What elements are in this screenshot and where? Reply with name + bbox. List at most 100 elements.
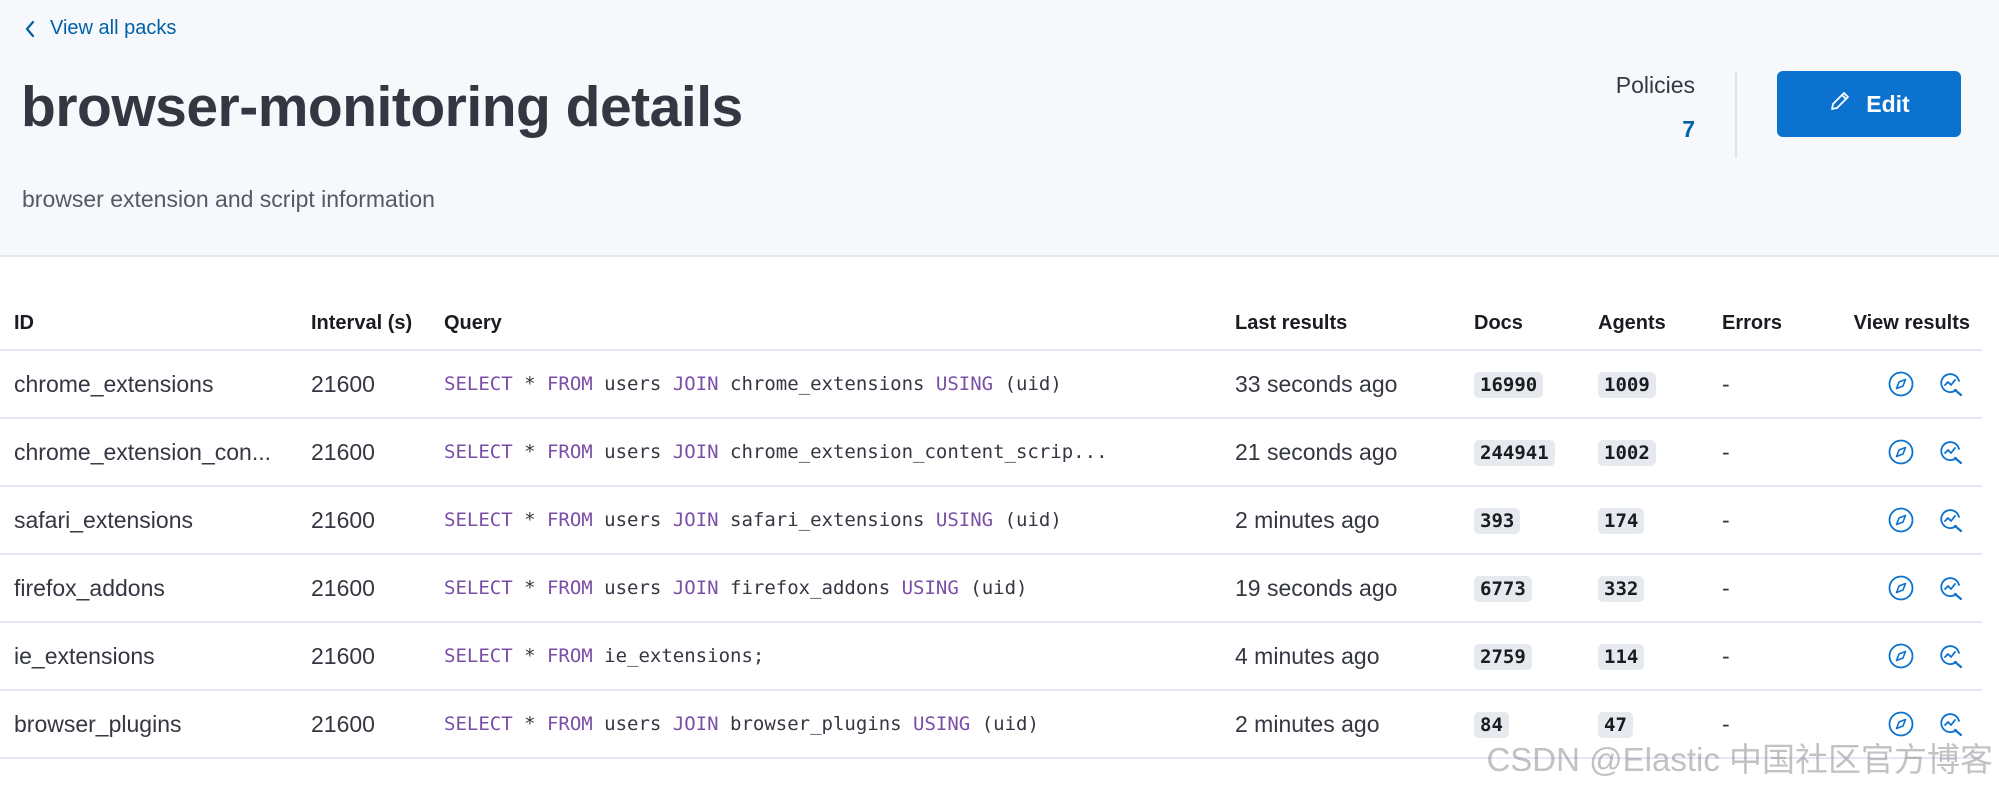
query-id-cell: safari_extensions (0, 486, 297, 555)
compass-icon[interactable] (1886, 641, 1916, 671)
last-results-cell: 33 seconds ago (1221, 350, 1460, 419)
query-keyword: FROM (546, 509, 593, 531)
errors-cell: - (1708, 350, 1832, 419)
view-results-cell (1832, 350, 1982, 419)
query-text: ie_extensions; (592, 645, 765, 667)
watermark: CSDN @Elastic 中国社区官方博客 (1486, 741, 1993, 778)
table-row: safari_extensions 21600 SELECT * FROM user… (0, 486, 1982, 555)
lens-icon[interactable] (1936, 641, 1966, 671)
query-cell: SELECT * FROM users JOIN chrome_extensio… (430, 350, 1221, 419)
query-keyword: JOIN (672, 713, 719, 735)
query-cell: SELECT * FROM users JOIN chrome_extensio… (430, 418, 1221, 487)
column-header-view-results: View results (1832, 297, 1982, 351)
query-text: chrome_extensions (718, 373, 936, 395)
lens-icon[interactable] (1936, 437, 1966, 467)
column-header-last-results[interactable]: Last results (1221, 297, 1460, 351)
errors-cell: - (1708, 554, 1832, 623)
query-cell: SELECT * FROM users JOIN safari_extensio… (430, 486, 1221, 555)
errors-cell: - (1708, 418, 1832, 487)
docs-cell: 16990 (1460, 350, 1584, 419)
docs-cell: 393 (1460, 486, 1584, 555)
view-results-cell (1832, 622, 1982, 691)
query-text: * (512, 373, 547, 395)
query-keyword: FROM (546, 577, 593, 599)
query-keyword: JOIN (672, 509, 719, 531)
column-header-errors[interactable]: Errors (1708, 297, 1832, 351)
query-keyword: SELECT (444, 441, 513, 463)
lens-icon[interactable] (1936, 505, 1966, 535)
query-cell: SELECT * FROM users JOIN browser_plugins… (430, 690, 1221, 759)
query-keyword: FROM (546, 373, 593, 395)
query-text: chrome_extension_content_scrip... (718, 441, 1108, 463)
edit-button[interactable]: Edit (1777, 71, 1961, 137)
table-header-row: ID Interval (s) Query Last results Docs … (0, 297, 1982, 351)
page-header: View all packs browser-monitoring detail… (0, 0, 1999, 257)
docs-cell: 6773 (1460, 554, 1584, 623)
compass-icon[interactable] (1886, 437, 1916, 467)
query-keyword: SELECT (444, 509, 513, 531)
docs-badge: 244941 (1474, 440, 1555, 466)
view-results-cell (1832, 554, 1982, 623)
lens-icon[interactable] (1936, 369, 1966, 399)
agents-cell: 174 (1584, 486, 1708, 555)
query-keyword: SELECT (444, 713, 513, 735)
query-cell: SELECT * FROM ie_extensions; (430, 622, 1221, 691)
last-results-cell: 2 minutes ago (1221, 486, 1460, 555)
interval-cell: 21600 (297, 622, 430, 691)
table-row: firefox_addons 21600 SELECT * FROM users J… (0, 554, 1982, 623)
pencil-icon (1828, 89, 1852, 119)
last-results-cell: 19 seconds ago (1221, 554, 1460, 623)
query-text: * (512, 509, 547, 531)
last-results-cell: 2 minutes ago (1221, 690, 1460, 759)
edit-button-label: Edit (1866, 90, 1910, 117)
query-keyword: USING (913, 713, 971, 735)
lens-icon[interactable] (1936, 573, 1966, 603)
view-results-cell (1832, 486, 1982, 555)
docs-badge: 16990 (1474, 372, 1544, 398)
column-header-interval[interactable]: Interval (s) (297, 297, 430, 351)
policies-count[interactable]: 7 (1616, 116, 1695, 143)
query-text: * (512, 713, 547, 735)
agents-cell: 1009 (1584, 350, 1708, 419)
query-keyword: SELECT (444, 577, 513, 599)
column-header-agents[interactable]: Agents (1584, 297, 1708, 351)
view-all-packs-link[interactable]: View all packs (24, 17, 176, 40)
page-description: browser extension and script information (22, 186, 435, 212)
query-id-cell: firefox_addons (0, 554, 297, 623)
interval-cell: 21600 (297, 554, 430, 623)
query-keyword: FROM (546, 645, 593, 667)
query-id-cell: chrome_extensions (0, 350, 297, 419)
last-results-cell: 4 minutes ago (1221, 622, 1460, 691)
chevron-left-icon (24, 20, 36, 38)
query-keyword: JOIN (672, 373, 719, 395)
query-text: safari_extensions (718, 509, 936, 531)
errors-cell: - (1708, 486, 1832, 555)
query-keyword: USING (901, 577, 959, 599)
interval-cell: 21600 (297, 690, 430, 759)
compass-icon[interactable] (1886, 573, 1916, 603)
docs-badge: 2759 (1474, 644, 1532, 670)
query-text: * (512, 645, 547, 667)
query-text: users (592, 509, 673, 531)
interval-cell: 21600 (297, 350, 430, 419)
interval-cell: 21600 (297, 486, 430, 555)
query-text: (uid) (993, 373, 1062, 395)
compass-icon[interactable] (1886, 505, 1916, 535)
compass-icon[interactable] (1886, 369, 1916, 399)
query-text: * (512, 441, 547, 463)
view-results-cell (1832, 418, 1982, 487)
queries-table: ID Interval (s) Query Last results Docs … (0, 297, 1982, 759)
query-text: (uid) (993, 509, 1062, 531)
query-text: users (592, 373, 673, 395)
query-keyword: SELECT (444, 373, 513, 395)
policies-stat: Policies 7 (1616, 72, 1695, 143)
query-keyword: USING (935, 373, 994, 395)
agents-badge: 1002 (1598, 440, 1656, 466)
column-header-id[interactable]: ID (0, 297, 297, 351)
column-header-docs[interactable]: Docs (1460, 297, 1584, 351)
column-header-query[interactable]: Query (430, 297, 1221, 351)
query-id-cell: chrome_extension_con... (0, 418, 297, 487)
query-text: users (592, 577, 673, 599)
agents-cell: 332 (1584, 554, 1708, 623)
docs-badge: 393 (1474, 508, 1521, 534)
